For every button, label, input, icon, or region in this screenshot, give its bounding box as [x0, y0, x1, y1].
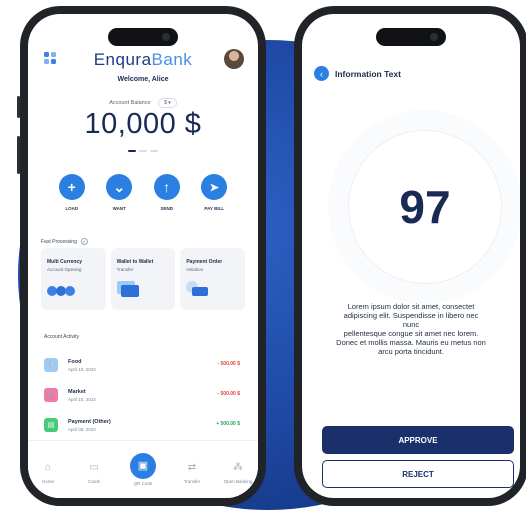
back-arrow-icon[interactable]: ‹: [314, 66, 329, 81]
quick-actions: + LOAD ⌄ WANT ↑ SEND ➤ PAY BILL: [28, 174, 258, 211]
coins-icon: [47, 284, 77, 302]
send-button[interactable]: ↑ SEND: [147, 174, 187, 211]
plus-icon: +: [58, 174, 85, 200]
fast-processing-cards: Multi Currency Account Opening Wallet to…: [41, 248, 246, 310]
reject-button[interactable]: REJECT: [322, 460, 514, 488]
fast-processing-title: Fast Processing ✓: [41, 238, 88, 245]
load-button[interactable]: + LOAD: [52, 174, 92, 211]
score-circle: 97: [348, 130, 502, 284]
tab-transfer[interactable]: ⇄ Transfer: [174, 461, 210, 484]
list-item[interactable]: ▤ Payment (Other) April 09, 2024 + 500.0…: [44, 416, 240, 440]
approve-button[interactable]: APPROVE: [322, 426, 514, 454]
home-icon: ⌂: [44, 462, 52, 473]
avatar[interactable]: [224, 49, 244, 69]
app-header: EnquraBank Welcome, Alice: [28, 49, 258, 92]
qr-code-icon: ▣: [130, 453, 156, 479]
wallet-icon: [116, 281, 141, 302]
phone-side-button: [17, 96, 20, 118]
paper-plane-icon: ➤: [201, 174, 228, 200]
phone-notch: [108, 28, 178, 46]
tab-open-banking[interactable]: ⁂ Open Banking: [220, 461, 256, 484]
home-screen: EnquraBank Welcome, Alice Account Balanc…: [28, 14, 258, 498]
phone-notch: [376, 28, 446, 46]
list-item[interactable]: 🛒 Market April 10, 2024 - 500.00 $: [44, 386, 240, 410]
phone-information-screen: ‹ Information Text 97 Lorem ipsum dolor …: [294, 6, 526, 506]
card-icon: ▭: [89, 462, 99, 473]
card-wallet-transfer[interactable]: Wallet to Wallet Transfer: [110, 248, 176, 310]
list-item[interactable]: 🍴 Food April 10, 2024 - 500.00 $: [44, 356, 240, 380]
currency-selector[interactable]: $ ▾: [158, 98, 177, 108]
open-banking-icon: ⁂: [233, 462, 243, 473]
welcome-text: Welcome, Alice: [117, 76, 169, 83]
balance-label: Account Balance: [109, 100, 151, 106]
information-header: ‹ Information Text: [314, 66, 401, 81]
payment-icon: [186, 281, 210, 302]
pay-bill-button[interactable]: ➤ PAY BILL: [194, 174, 234, 211]
information-screen: ‹ Information Text 97 Lorem ipsum dolor …: [302, 14, 520, 498]
check-icon: ✓: [80, 238, 88, 245]
food-icon: 🍴: [44, 358, 58, 372]
receipt-icon: ▤: [44, 418, 58, 432]
arrow-up-icon: ↑: [153, 174, 180, 200]
transfer-icon: ⇄: [187, 462, 197, 473]
tab-cards[interactable]: ▭ Cards: [76, 461, 112, 484]
card-payment-order[interactable]: Payment Order Initiation: [180, 248, 246, 310]
account-activity-title: Account Activity: [44, 334, 80, 340]
cart-icon: 🛒: [44, 388, 58, 402]
phone-banking-home: EnquraBank Welcome, Alice Account Balanc…: [17, 6, 266, 506]
tab-qr-code[interactable]: ▣ QR Code: [125, 453, 161, 486]
balance-label-row: Account Balance $ ▾: [28, 98, 258, 108]
page-title: Information Text: [335, 68, 401, 79]
carousel-indicator: [128, 150, 158, 152]
account-balance: 10,000 $: [84, 108, 202, 140]
arrow-down-icon: ⌄: [106, 174, 133, 200]
information-text: Lorem ipsum dolor sit amet, consectet ad…: [336, 302, 486, 356]
tab-home[interactable]: ⌂ Home: [30, 461, 66, 484]
want-button[interactable]: ⌄ WANT: [99, 174, 139, 211]
card-multi-currency[interactable]: Multi Currency Account Opening: [41, 248, 106, 310]
phone-side-button: [17, 136, 20, 174]
bottom-tab-bar: ⌂ Home ▭ Cards ▣ QR Code ⇄ Transfer ⁂ Op…: [28, 440, 258, 498]
